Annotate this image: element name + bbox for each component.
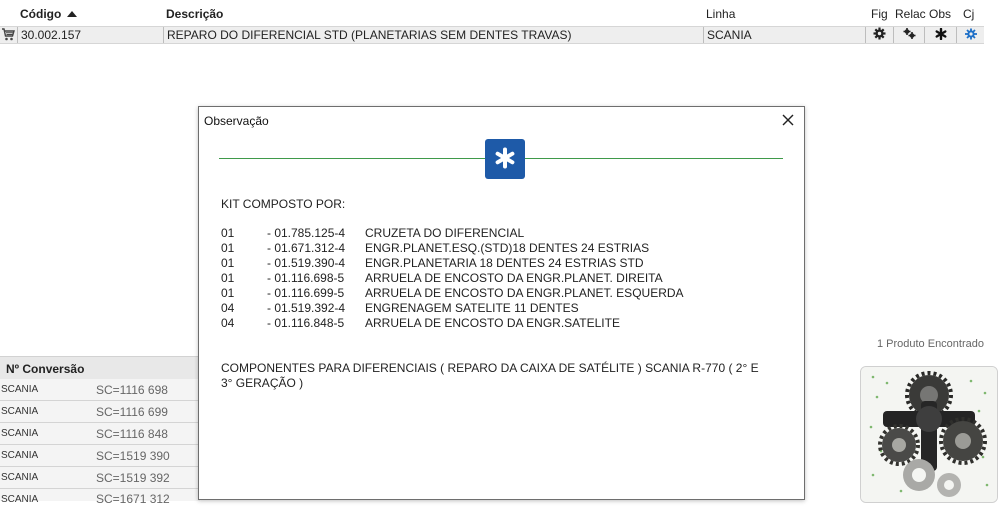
item-code: - 01.671.312-4: [267, 241, 346, 255]
item-qty: 04: [221, 301, 235, 315]
list-item[interactable]: SCANIA SC=1116 699: [0, 401, 200, 423]
asterisk-icon: [935, 27, 947, 43]
sort-ascending-icon: [67, 11, 78, 17]
observation-dialog: Observação KIT COMPOSTO POR: 01 - 01.785…: [198, 106, 805, 500]
set-gear-icon: [964, 28, 978, 43]
close-icon[interactable]: [781, 113, 795, 127]
item-code: - 01.785.125-4: [267, 226, 346, 240]
column-header-codigo[interactable]: Código: [20, 7, 78, 21]
item-qty: 01: [221, 256, 235, 270]
conversion-value: SC=1519 392: [96, 471, 170, 485]
item-desc: CRUZETA DO DIFERENCIAL: [365, 226, 525, 240]
conversion-value: SC=1116 848: [96, 427, 168, 441]
item-desc: ENGR.PLANETARIA 18 DENTES 24 ESTRIAS STD: [365, 256, 644, 270]
item-desc: ENGRENAGEM SATELITE 11 DENTES: [365, 301, 579, 315]
cart-icon[interactable]: [1, 28, 17, 42]
product-code: 30.002.157: [17, 27, 163, 43]
conversion-brand: SCANIA: [1, 428, 39, 439]
conversion-value: SC=1671 312: [96, 492, 170, 506]
conversion-value: SC=1116 699: [96, 405, 168, 419]
conversion-value: SC=1116 698: [96, 383, 168, 397]
conversion-value: SC=1519 390: [96, 449, 170, 463]
list-item[interactable]: SCANIA SC=1519 392: [0, 467, 200, 489]
gear-icon: [873, 27, 886, 43]
item-code: - 01.519.392-4: [267, 301, 346, 315]
column-header-obs: Obs: [929, 7, 952, 21]
item-desc: ARRUELA DE ENCOSTO DA ENGR.PLANET. DIREI…: [365, 271, 663, 285]
list-item[interactable]: SCANIA SC=1116 698: [0, 379, 200, 401]
product-image[interactable]: [860, 366, 998, 503]
product-linha: SCANIA: [703, 27, 865, 43]
item-qty: 01: [221, 271, 235, 285]
item-code: - 01.519.390-4: [267, 256, 346, 270]
item-code: - 01.116.699-5: [267, 286, 345, 300]
conversion-brand: SCANIA: [1, 450, 39, 461]
item-desc: ENGR.PLANET.ESQ.(STD)18 DENTES 24 ESTRIA…: [365, 241, 650, 255]
column-header-cj: Cj: [963, 7, 975, 21]
related-gear-icon: [902, 27, 917, 43]
column-header-codigo-label: Código: [20, 7, 62, 21]
observation-badge: [485, 139, 525, 179]
product-description: REPARO DO DIFERENCIAL STD (PLANETARIAS S…: [163, 27, 703, 43]
cj-button[interactable]: [956, 27, 984, 43]
item-qty: 04: [221, 316, 235, 330]
conversion-brand: SCANIA: [1, 494, 39, 505]
item-qty: 01: [221, 226, 235, 240]
fig-button[interactable]: [865, 27, 893, 43]
kit-footer-line2: 3° GERAÇÃO ): [221, 376, 304, 390]
table-row[interactable]: 30.002.157 REPARO DO DIFERENCIAL STD (PL…: [0, 26, 984, 44]
column-header-linha[interactable]: Linha: [706, 7, 735, 21]
list-item[interactable]: SCANIA SC=1671 312: [0, 489, 200, 506]
gear-kit-image: [861, 367, 997, 502]
column-header-descricao[interactable]: Descrição: [166, 7, 223, 21]
conversion-header: Nº Conversão: [0, 356, 200, 379]
asterisk-icon: [494, 147, 516, 172]
kit-footer-line1: COMPONENTES PARA DIFERENCIAIS ( REPARO D…: [221, 361, 759, 375]
kit-intro: KIT COMPOSTO POR:: [221, 197, 346, 211]
obs-button[interactable]: [924, 27, 956, 43]
item-qty: 01: [221, 241, 235, 255]
relac-button[interactable]: [893, 27, 924, 43]
results-count: 1 Produto Encontrado: [876, 338, 984, 350]
conversion-brand: SCANIA: [1, 406, 39, 417]
item-desc: ARRUELA DE ENCOSTO DA ENGR.PLANET. ESQUE…: [365, 286, 684, 300]
conversion-brand: SCANIA: [1, 472, 39, 483]
list-item[interactable]: SCANIA SC=1519 390: [0, 445, 200, 467]
item-code: - 01.116.848-5: [267, 316, 345, 330]
column-header-fig: Fig: [871, 7, 888, 21]
conversion-header-label: Nº Conversão: [6, 362, 85, 376]
item-qty: 01: [221, 286, 235, 300]
list-item[interactable]: SCANIA SC=1116 848: [0, 423, 200, 445]
conversion-brand: SCANIA: [1, 384, 39, 395]
item-desc: ARRUELA DE ENCOSTO DA ENGR.SATELITE: [365, 316, 620, 330]
item-code: - 01.116.698-5: [267, 271, 345, 285]
column-header-relac: Relac: [895, 7, 926, 21]
dialog-title: Observação: [204, 114, 269, 128]
